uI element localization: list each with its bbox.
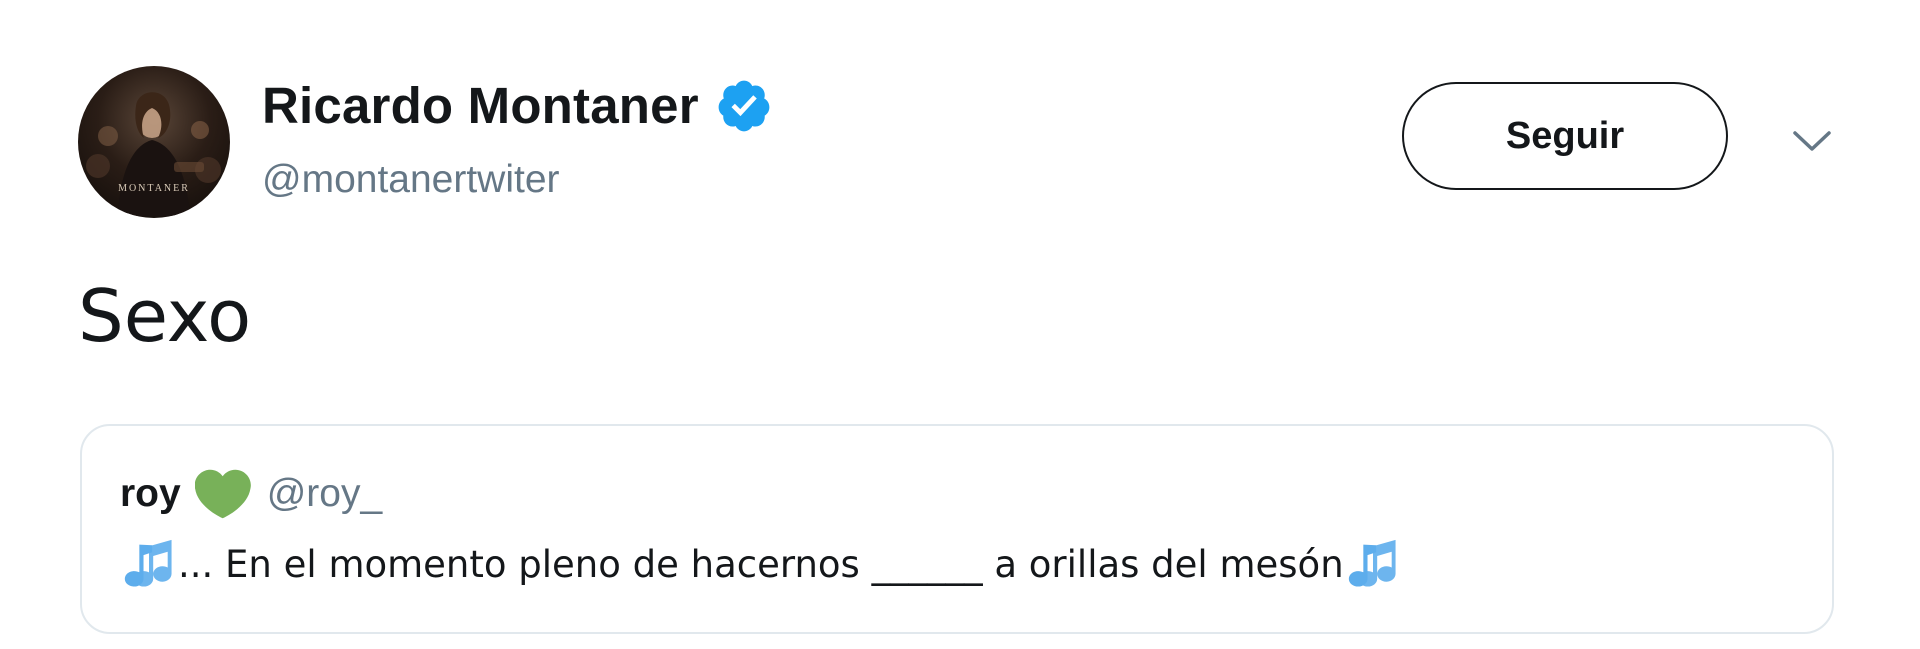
verified-badge-icon [715,77,773,135]
quoted-tweet-body: ... En el momento pleno de hacernos ____… [120,534,1402,594]
chevron-down-icon[interactable] [1790,124,1834,158]
quoted-tweet-name: roy [120,472,181,515]
tweet-text: Sexo [78,274,252,358]
quoted-tweet-header: roy @roy_ [120,466,382,522]
author-name-row: Ricardo Montaner [262,76,773,136]
quoted-tweet-text: ... En el momento pleno de hacernos ____… [178,542,1344,586]
follow-button[interactable]: Seguir [1402,82,1728,190]
author-handle[interactable]: @montanertwiter [262,157,560,203]
avatar[interactable]: MONTANER [78,66,230,218]
tweet-card: MONTANER Ricardo Montaner @montanertwite… [0,0,1920,649]
music-notes-icon [1344,535,1402,593]
music-notes-icon [120,535,178,593]
quoted-tweet-handle: @roy_ [266,472,383,515]
avatar-caption: MONTANER [118,183,190,194]
quoted-tweet[interactable]: roy @roy_ ... En el momento pleno de hac… [80,424,1834,634]
display-name[interactable]: Ricardo Montaner [262,76,699,136]
green-heart-icon [194,469,251,519]
